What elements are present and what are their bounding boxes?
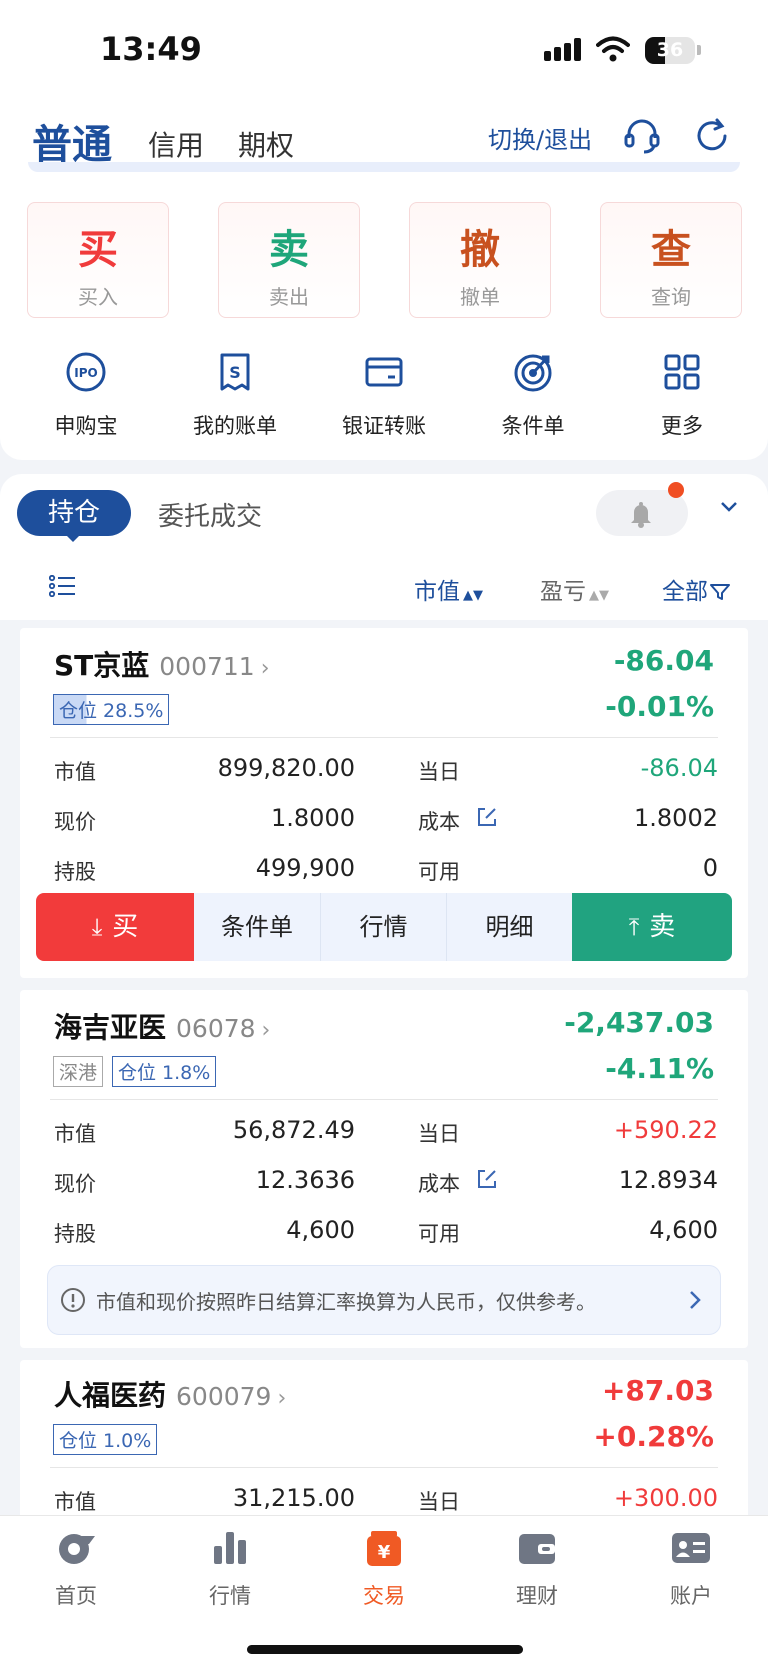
refresh-icon[interactable] [692, 116, 732, 156]
shares-available: 4,600 [649, 1216, 718, 1244]
holding-pl-pct: +0.28% [593, 1420, 714, 1453]
cancel-order-button[interactable]: 撤 撤单 [409, 202, 551, 318]
sell-button[interactable]: 卖 卖出 [218, 202, 360, 318]
holding-name[interactable]: 海吉亚医 06078 › [54, 1006, 270, 1046]
holding-pl: -2,437.03 [564, 1006, 714, 1039]
yen-bag-icon: ¥ [367, 1531, 401, 1566]
buy-button[interactable]: 买 买入 [27, 202, 169, 318]
target-icon [514, 354, 552, 392]
sort-profit[interactable]: 盈亏 ▲▼ [540, 572, 609, 606]
holding-buy-button[interactable]: ⤓ 买 [36, 893, 194, 961]
bill-icon: S [220, 353, 250, 391]
day-pl: +300.00 [613, 1484, 718, 1512]
list-view-icon[interactable] [49, 575, 77, 597]
holding-sell-button[interactable]: ⤒ 卖 [572, 893, 732, 961]
edit-icon[interactable] [476, 806, 498, 828]
cost-price: 1.8002 [634, 804, 718, 832]
tab-home[interactable]: 首页 [21, 1528, 131, 1610]
market-tag: 深港 [53, 1056, 104, 1087]
holding-pl: -86.04 [613, 644, 714, 677]
tab-options-account[interactable]: 期权 [238, 124, 294, 164]
sort-caret-icon: ▲▼ [589, 588, 609, 603]
bar-chart-icon [214, 1532, 246, 1564]
shares-held: 499,900 [255, 854, 355, 882]
notification-dot [668, 482, 684, 498]
tab-trade[interactable]: ¥ 交易 [329, 1528, 439, 1610]
edit-icon[interactable] [476, 1168, 498, 1190]
tab-account[interactable]: 账户 [636, 1528, 746, 1610]
chevron-right-icon [690, 1291, 701, 1309]
market-value: 899,820.00 [217, 754, 355, 782]
current-price: 1.8000 [271, 804, 355, 832]
day-pl: -86.04 [640, 754, 718, 782]
svg-text:¥: ¥ [378, 1542, 391, 1563]
grid-icon [664, 354, 700, 390]
holding-pl: +87.03 [601, 1374, 714, 1407]
position-ratio-tag: 仓位 28.5% [53, 694, 170, 725]
tab-credit-account[interactable]: 信用 [148, 124, 204, 164]
quick-link-ipo[interactable]: IPO 申购宝 [21, 350, 151, 440]
filter-icon [710, 584, 730, 600]
svg-text:IPO: IPO [74, 366, 97, 380]
holding-conditional-button[interactable]: 条件单 [194, 893, 321, 961]
holding-pl-pct: -0.01% [605, 690, 714, 723]
sort-market-value[interactable]: 市值 ▲▼ [414, 572, 483, 606]
tab-wealth[interactable]: 理财 [482, 1528, 592, 1610]
query-button[interactable]: 查 查询 [600, 202, 742, 318]
headset-icon[interactable] [622, 116, 662, 156]
status-time: 13:49 [100, 30, 202, 68]
holding-detail-button[interactable]: 明细 [447, 893, 572, 961]
chevron-right-icon: › [260, 656, 270, 681]
holding-action-bar: ⤓ 买 条件单 行情 明细 ⤒ 卖 [36, 893, 732, 961]
market-value: 31,215.00 [232, 1484, 355, 1512]
svg-text:S: S [229, 363, 241, 382]
market-value: 56,872.49 [232, 1116, 355, 1144]
battery-level: 36 [656, 39, 684, 61]
holding-quote-button[interactable]: 行情 [321, 893, 447, 961]
current-price: 12.3636 [255, 1166, 355, 1194]
signal-icon [544, 38, 584, 61]
tab-positions[interactable]: 持仓 [17, 490, 131, 536]
chevron-right-icon: › [277, 1386, 287, 1411]
exchange-rate-notice[interactable]: 市值和现价按照昨日结算汇率换算为人民币，仅供参考。 [47, 1265, 721, 1335]
chevron-right-icon: › [261, 1018, 271, 1043]
shares-held: 4,600 [286, 1216, 355, 1244]
position-ratio-tag: 仓位 1.8% [112, 1056, 217, 1087]
holding-name[interactable]: ST京蓝 000711 › [54, 644, 270, 684]
wallet-icon [519, 1534, 555, 1564]
cost-price: 12.8934 [618, 1166, 718, 1194]
quick-link-conditional[interactable]: 条件单 [468, 350, 598, 440]
chevron-down-icon[interactable] [720, 500, 738, 514]
status-bar: 13:49 36 [0, 0, 768, 100]
home-indicator [247, 1645, 523, 1654]
tab-market[interactable]: 行情 [175, 1528, 285, 1610]
banner-strip [28, 162, 740, 172]
sell-arrow-icon: ⤒ [628, 913, 640, 941]
quick-link-more[interactable]: 更多 [617, 350, 747, 440]
tab-orders-trades[interactable]: 委托成交 [158, 496, 262, 533]
wallet-card-icon [365, 357, 403, 387]
info-icon [61, 1288, 85, 1312]
position-ratio-tag: 仓位 1.0% [53, 1424, 158, 1455]
shares-available: 0 [702, 854, 718, 882]
home-icon [59, 1534, 95, 1564]
quick-link-bill[interactable]: S 我的账单 [170, 350, 300, 440]
day-pl: +590.22 [613, 1116, 718, 1144]
sort-caret-icon: ▲▼ [463, 588, 483, 603]
ipo-icon: IPO [66, 352, 106, 392]
buy-arrow-icon: ⤓ [91, 913, 103, 941]
bell-icon [631, 502, 651, 528]
id-card-icon [672, 1533, 710, 1563]
wifi-icon [596, 36, 630, 62]
battery-icon: 36 [645, 37, 695, 64]
holding-name[interactable]: 人福医药 600079 › [54, 1374, 286, 1414]
holding-pl-pct: -4.11% [605, 1052, 714, 1085]
filter-all[interactable]: 全部 [662, 572, 730, 606]
quick-link-transfer[interactable]: 银证转账 [319, 350, 449, 440]
switch-logout-button[interactable]: 切换/退出 [488, 120, 592, 155]
